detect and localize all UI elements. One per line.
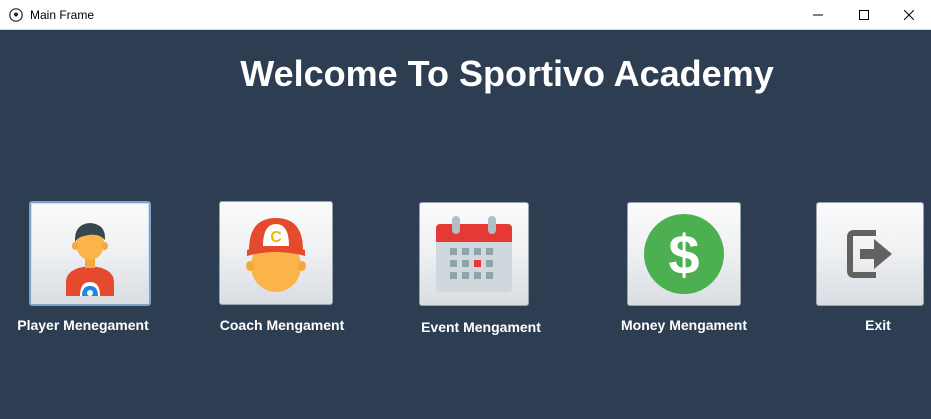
close-button[interactable] [886, 0, 931, 30]
window-titlebar: Main Frame [0, 0, 931, 30]
minimize-button[interactable] [795, 0, 841, 30]
coach-management-label: Coach Mengament [219, 317, 345, 333]
svg-text:$: $ [668, 223, 699, 286]
dollar-icon: $ [644, 214, 724, 294]
window-title: Main Frame [30, 8, 95, 22]
event-management-button[interactable] [419, 202, 529, 306]
close-icon [904, 10, 914, 20]
maximize-icon [859, 10, 869, 20]
money-management-label: Money Mengament [620, 317, 748, 333]
main-panel: Welcome To Sportivo Academy Player Meneg… [0, 30, 931, 419]
exit-label: Exit [865, 317, 891, 333]
svg-text:C: C [270, 229, 282, 246]
money-management-button[interactable]: $ [627, 202, 741, 306]
page-title: Welcome To Sportivo Academy [240, 53, 774, 94]
maximize-button[interactable] [841, 0, 887, 30]
calendar-icon [436, 216, 512, 292]
minimize-icon [813, 14, 823, 16]
exit-button[interactable] [816, 202, 924, 306]
player-management-button[interactable] [29, 201, 151, 306]
coach-icon: C [246, 218, 306, 292]
soccer-ball-icon [9, 8, 23, 22]
player-icon [66, 222, 114, 296]
player-management-label: Player Menegament [17, 317, 149, 333]
coach-management-button[interactable]: C [219, 201, 333, 305]
event-management-label: Event Mengament [421, 319, 541, 335]
exit-icon [847, 230, 892, 278]
